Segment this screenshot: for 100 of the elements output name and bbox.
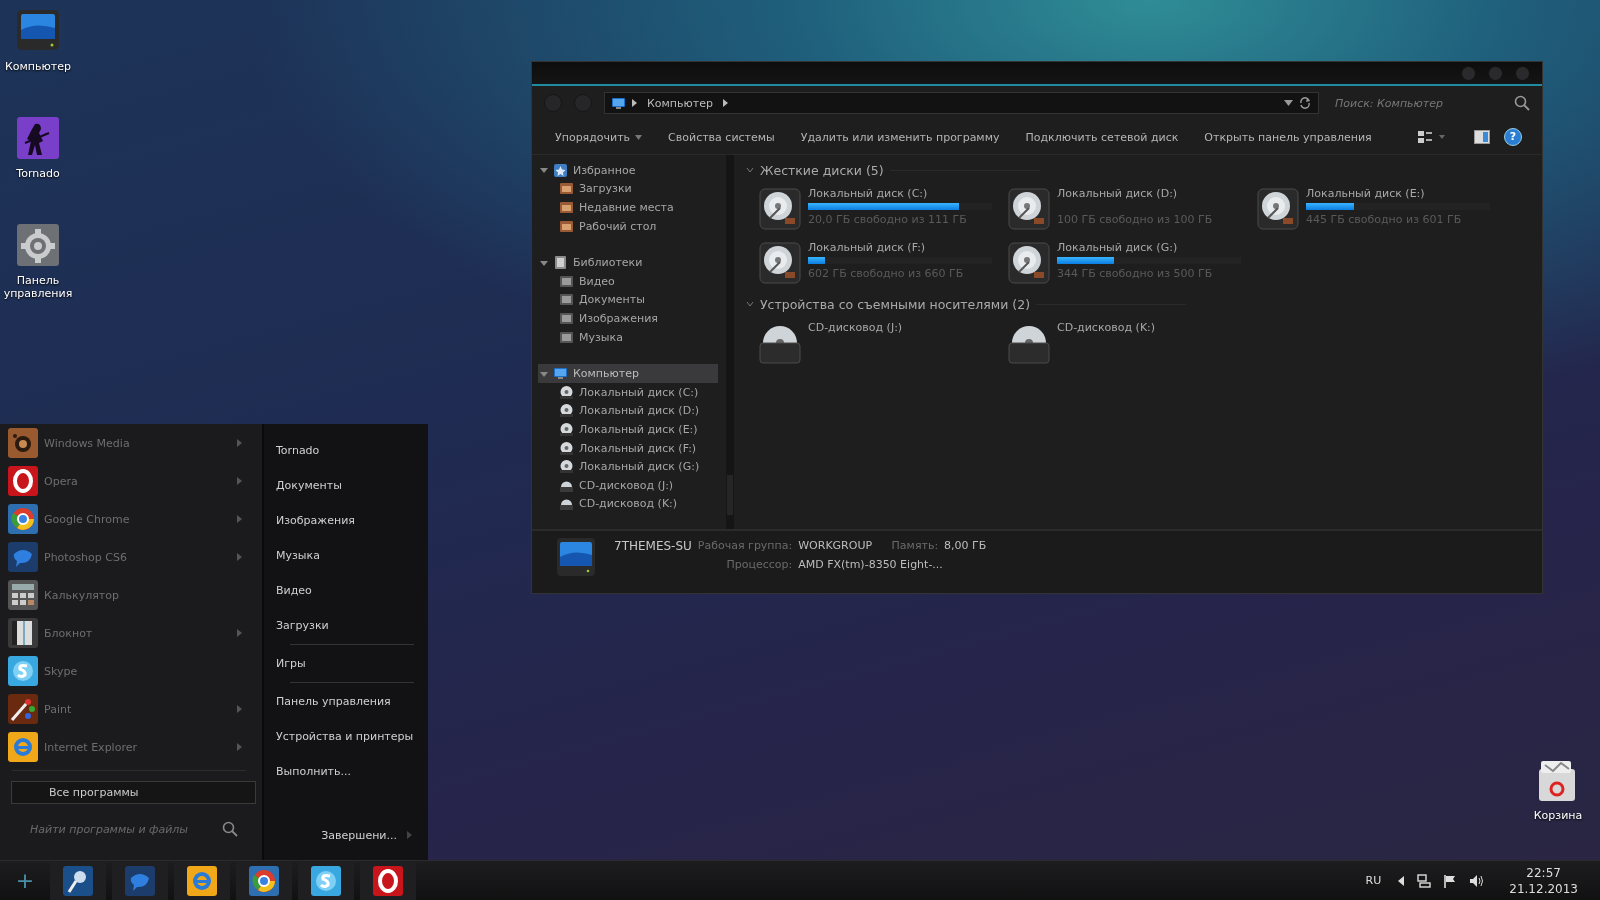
chevron-icon <box>631 98 638 108</box>
drive-tile[interactable]: Локальный диск (G:) 344 ГБ свободно из 500 ГБ <box>1007 241 1256 287</box>
clock[interactable]: 22:57 21.12.2013 <box>1509 864 1578 897</box>
hard-drive-icon <box>1007 187 1051 231</box>
app-icon <box>8 504 38 534</box>
submenu-arrow-icon <box>237 629 242 637</box>
menu-link[interactable]: Загрузки <box>276 608 414 643</box>
field-label: Процессор: <box>725 558 793 571</box>
monitor-icon <box>553 366 568 382</box>
drive-icon <box>559 459 574 475</box>
drive-icon <box>559 440 574 456</box>
group-header[interactable]: Устройства со съемными носителями (2) <box>760 296 1031 312</box>
app-icon <box>8 732 38 762</box>
drive-tile[interactable]: Локальный диск (C:) 20,0 ГБ свободно из 111 ГБ <box>758 187 1007 233</box>
refresh-icon[interactable] <box>1298 96 1312 110</box>
library-icon <box>553 255 568 271</box>
menu-link[interactable]: Документы <box>276 468 414 503</box>
menu-link[interactable]: Видео <box>276 573 414 608</box>
drive-tile[interactable]: Локальный диск (D:) 100 ГБ свободно из 100 ГБ <box>1007 187 1256 233</box>
guitarist-icon[interactable] <box>15 115 61 161</box>
taskbar-app-icon[interactable] <box>187 865 217 896</box>
all-programs-button[interactable]: Все программы <box>11 781 256 804</box>
drive-name: Локальный диск (G:) <box>1057 241 1179 254</box>
nav-item[interactable]: Библиотеки <box>538 253 718 272</box>
menu-link[interactable]: Выполнить... <box>276 754 414 789</box>
search-field[interactable]: Поиск: Компьютер <box>1327 95 1514 111</box>
nav-item[interactable]: Компьютер <box>538 364 718 383</box>
taskbar-app-icon[interactable] <box>249 865 279 896</box>
search-field[interactable]: Найти программы и файлы <box>28 821 222 837</box>
app-icon <box>8 428 38 458</box>
view-options-icon[interactable] <box>1418 130 1446 144</box>
drive-tile[interactable]: CD-дисковод (K:) <box>1007 321 1256 367</box>
search-icon[interactable] <box>1514 95 1530 111</box>
nav-item[interactable]: Музыка <box>538 327 718 347</box>
volume-icon[interactable] <box>1469 873 1486 888</box>
nav-item[interactable]: Видео <box>538 271 718 291</box>
start-button[interactable]: + <box>0 868 50 893</box>
toolbar-button[interactable]: Свойства системы <box>655 126 788 148</box>
tray-arrow-icon[interactable] <box>1397 875 1406 886</box>
desktop-icon-label[interactable]: Компьютер <box>0 60 76 73</box>
network-icon[interactable] <box>1417 873 1432 888</box>
nav-item[interactable]: Рабочий стол <box>538 216 718 236</box>
menu-link[interactable]: Игры <box>276 646 414 681</box>
folder-icon <box>559 292 574 308</box>
shutdown-button[interactable]: Завершени... <box>321 824 412 846</box>
nav-item[interactable]: CD-дисковод (J:) <box>538 475 718 495</box>
toolbar-button[interactable]: Упорядочить <box>542 126 656 148</box>
desktop-icon-label[interactable]: Панель управления <box>0 274 76 300</box>
nav-item[interactable]: Загрузки <box>538 179 718 199</box>
taskbar-app-icon[interactable] <box>311 865 341 896</box>
search-icon[interactable] <box>222 821 238 837</box>
group-header[interactable]: Жесткие диски (5) <box>760 162 884 178</box>
gear-icon[interactable] <box>15 222 61 268</box>
menu-link[interactable]: Устройства и принтеры <box>276 719 414 754</box>
drive-name: CD-дисковод (K:) <box>1057 321 1157 334</box>
taskbar-app-icon[interactable] <box>373 865 403 896</box>
nav-item[interactable]: Локальный диск (G:) <box>538 457 718 476</box>
folder-icon <box>559 329 574 345</box>
menu-link[interactable]: Tornado <box>276 433 414 468</box>
drive-name: Локальный диск (C:) <box>808 187 929 200</box>
menu-link[interactable]: Изображения <box>276 503 414 538</box>
menu-link[interactable]: Панель управления <box>276 684 414 719</box>
folder-icon <box>559 310 574 326</box>
monitor-icon <box>611 95 626 111</box>
nav-item[interactable]: Локальный диск (D:) <box>538 401 718 421</box>
toolbar-button[interactable]: Подключить сетевой диск <box>1012 126 1192 148</box>
drive-tile[interactable]: CD-дисковод (J:) <box>758 321 1007 367</box>
toolbar-button[interactable]: Удалить или изменить программу <box>787 126 1013 148</box>
submenu-arrow-icon <box>237 477 242 485</box>
app-icon <box>8 694 38 724</box>
nav-item[interactable]: Локальный диск (F:) <box>538 438 718 458</box>
nav-item[interactable]: Избранное <box>538 161 718 180</box>
free-space-text: 445 ГБ свободно из 601 ГБ <box>1306 213 1463 226</box>
nav-item[interactable]: Локальный диск (E:) <box>538 420 718 439</box>
nav-item[interactable]: Изображения <box>538 309 718 328</box>
menu-link[interactable]: Музыка <box>276 538 414 573</box>
submenu-arrow-icon <box>237 515 242 523</box>
nav-item[interactable]: CD-дисковод (K:) <box>538 494 718 514</box>
collapse-arrow-icon <box>540 166 548 175</box>
desktop-icon-label[interactable]: Корзина <box>1520 809 1596 822</box>
nav-item[interactable]: Недавние места <box>538 198 718 217</box>
flag-icon[interactable] <box>1443 873 1458 888</box>
drive-tile[interactable]: Локальный диск (E:) 445 ГБ свободно из 601 ГБ <box>1256 187 1505 233</box>
help-button[interactable]: ? <box>1504 128 1522 146</box>
drive-tile[interactable]: Локальный диск (F:) 602 ГБ свободно из 660 ГБ <box>758 241 1007 287</box>
nav-item[interactable]: Документы <box>538 290 718 310</box>
nav-item[interactable]: Локальный диск (C:) <box>538 382 718 402</box>
taskbar-app-icon[interactable] <box>63 865 93 896</box>
desktop-icon-label[interactable]: Tornado <box>0 167 76 180</box>
folder-icon <box>559 273 574 289</box>
preview-pane-icon[interactable] <box>1474 130 1490 144</box>
drive-icon <box>559 421 574 437</box>
language-indicator[interactable]: RU <box>1365 874 1382 887</box>
toolbar-button[interactable]: Открыть панель управления <box>1191 126 1385 148</box>
address-bar[interactable]: Компьютер <box>604 92 1319 114</box>
field-label: Память: <box>890 539 939 553</box>
folder-icon <box>559 218 574 234</box>
monitor-icon <box>556 537 596 577</box>
field-value: WORKGROUP <box>798 539 873 553</box>
breadcrumb[interactable]: Компьютер <box>643 96 717 110</box>
